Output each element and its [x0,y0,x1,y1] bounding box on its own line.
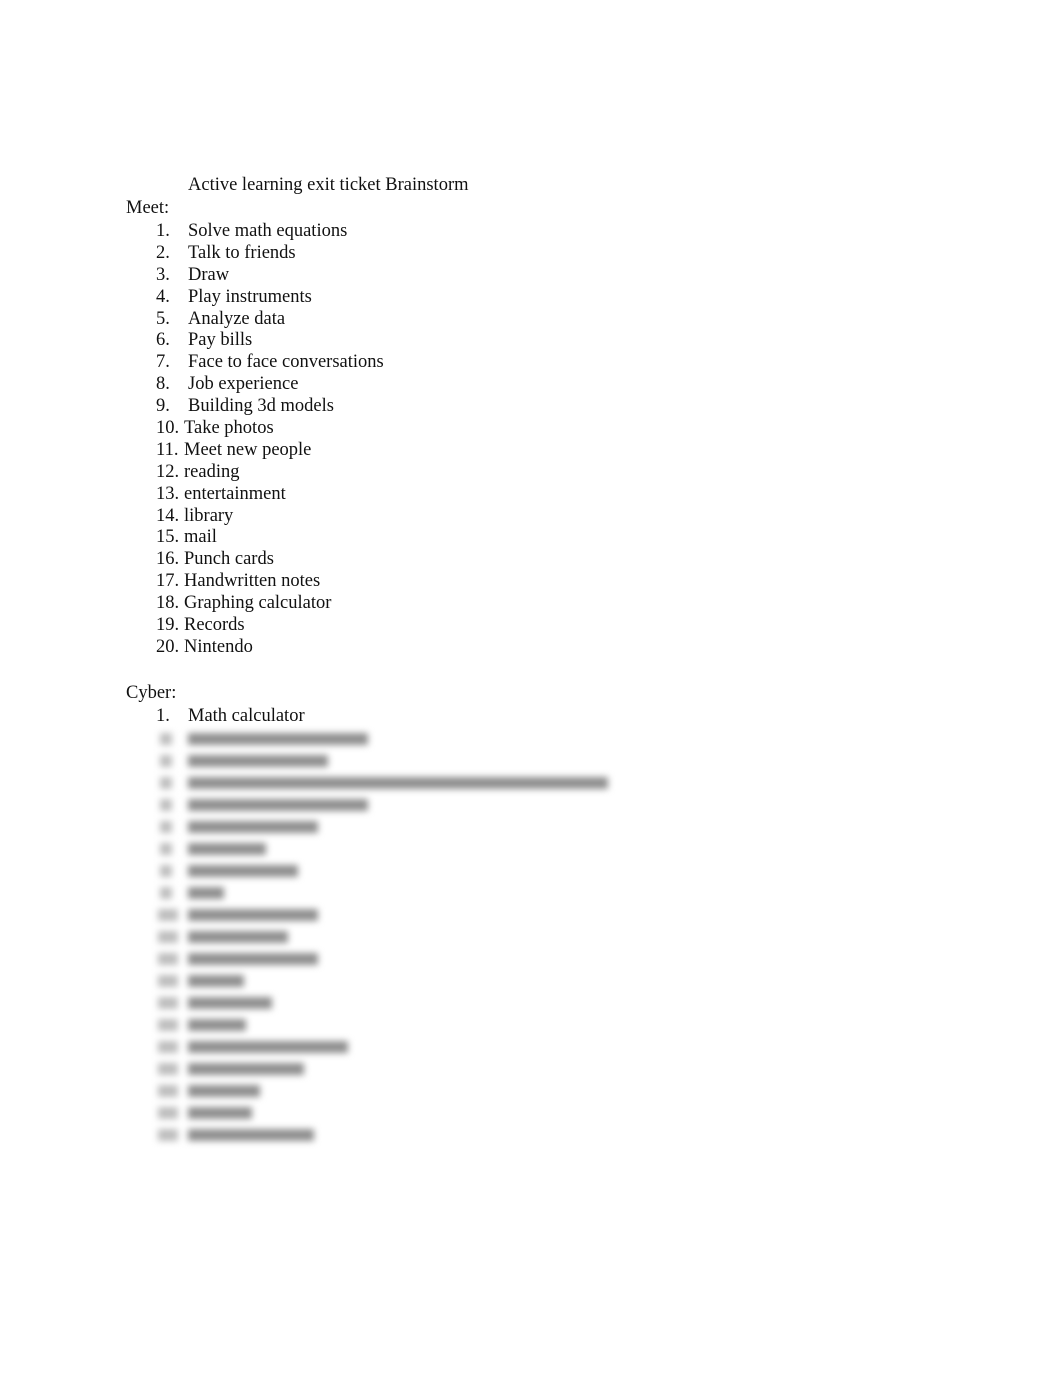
blurred-item-text [188,799,368,811]
item-number: 10. [156,418,180,439]
item-number: 17. [156,571,180,592]
item-text: Talk to friends [188,242,296,263]
blurred-item-text [188,1085,260,1097]
blurred-item-number [160,799,172,811]
blurred-item-number [160,777,172,789]
item-text: Play instruments [188,286,312,307]
blurred-item-number [158,975,178,987]
blurred-item-number [158,909,178,921]
blurred-item-text [188,865,298,877]
item-text: Solve math equations [188,221,348,241]
item-number: 5. [156,308,170,329]
item-text: Math calculator [188,706,305,726]
item-number: 1. [156,706,170,726]
item-text: Building 3d models [188,396,334,417]
item-number: 14. [156,505,180,526]
item-number: 16. [156,549,180,570]
item-text: library [184,505,234,526]
document-page: Active learning exit ticket Brainstorm M… [0,0,1062,1377]
blurred-item-text [188,931,288,943]
blurred-item-text [188,1063,304,1075]
blurred-item-text [188,777,608,789]
item-number: 3. [156,264,170,285]
blurred-item-text [188,975,244,987]
item-number: 6. [156,330,170,351]
blurred-item-number [160,733,172,745]
item-text: Graphing calculator [184,593,332,614]
blurred-item-text [188,755,328,767]
item-text: Take photos [184,418,274,439]
item-text: Analyze data [188,308,286,329]
blurred-item-number [158,931,178,943]
item-text: Punch cards [184,549,274,570]
item-text: Meet new people [184,439,312,460]
item-number: 9. [156,396,170,417]
blurred-item-number [158,1041,178,1053]
blurred-item-text [188,909,318,921]
item-number: 7. [156,352,170,373]
blurred-item-number [158,1063,178,1075]
cyber-heading: Cyber: [126,683,177,703]
blurred-item-number [160,821,172,833]
item-number: 18. [156,593,180,614]
item-number: 12. [156,461,180,482]
item-text: Face to face conversations [188,352,384,373]
item-number: 19. [156,615,180,636]
blurred-item-number [160,865,172,877]
item-text: Pay bills [188,330,253,351]
item-text: mail [184,527,217,548]
blurred-item-number [158,1019,178,1031]
item-number: 11. [156,439,179,460]
item-number: 8. [156,374,170,395]
item-number: 1. [156,221,170,241]
item-text: Job experience [188,374,299,395]
item-text: Records [184,615,245,636]
blurred-item-number [160,843,172,855]
blurred-item-text [188,997,272,1009]
blurred-item-number [158,997,178,1009]
item-text: reading [184,461,240,482]
blurred-item-text [188,1107,252,1119]
blurred-item-number [160,887,172,899]
blurred-item-number [158,1107,178,1119]
meet-heading: Meet: [126,198,170,218]
blurred-item-text [188,953,318,965]
blurred-item-text [188,887,224,899]
item-text: Handwritten notes [184,571,321,592]
blurred-item-text [188,1129,314,1141]
blurred-item-text [188,1019,246,1031]
item-text: Nintendo [184,636,253,657]
item-number: 4. [156,286,170,307]
blurred-item-text [188,821,318,833]
blurred-item-number [158,1129,178,1141]
item-number: 20. [156,636,180,657]
blurred-item-text [188,733,368,745]
blurred-item-number [160,755,172,767]
item-number: 2. [156,242,170,263]
blurred-item-number [158,1085,178,1097]
item-text: Draw [188,264,230,285]
blurred-item-text [188,843,266,855]
blurred-item-number [158,953,178,965]
document-title: Active learning exit ticket Brainstorm [188,175,469,195]
item-number: 13. [156,483,180,504]
item-number: 15. [156,527,180,548]
item-text: entertainment [184,483,286,504]
blurred-item-text [188,1041,348,1053]
